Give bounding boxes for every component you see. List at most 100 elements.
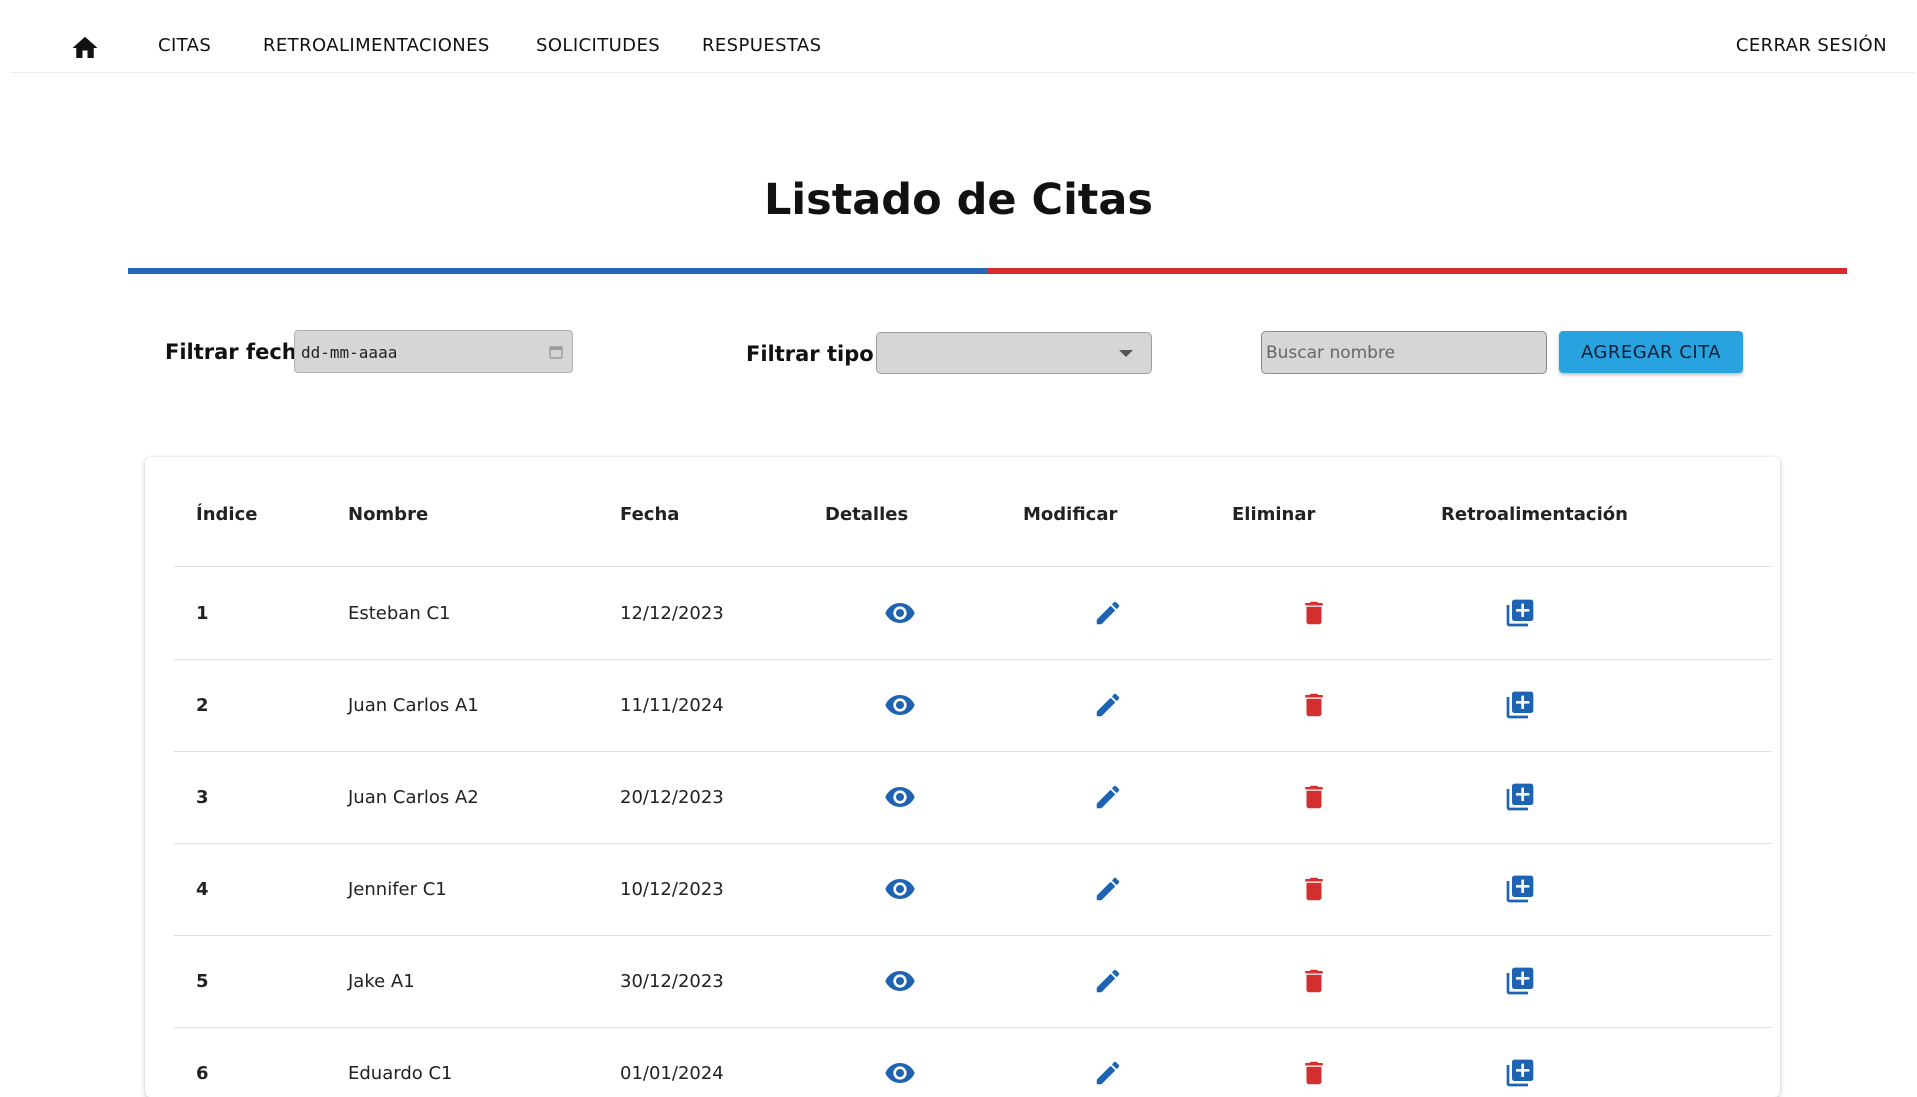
row-index: 3 bbox=[196, 786, 209, 808]
type-filter-label: Filtrar tipo: bbox=[746, 342, 883, 366]
date-filter-placeholder: dd-mm-aaaa bbox=[301, 343, 398, 362]
chevron-down-icon bbox=[1119, 350, 1133, 357]
edit-button[interactable] bbox=[1092, 965, 1124, 997]
row-index: 2 bbox=[196, 694, 209, 716]
row-date: 12/12/2023 bbox=[620, 602, 724, 624]
edit-button[interactable] bbox=[1092, 689, 1124, 721]
header-delete: Eliminar bbox=[1232, 504, 1316, 525]
pencil-icon bbox=[1096, 601, 1120, 625]
page-title: Listado de Citas bbox=[764, 175, 1153, 225]
eye-icon bbox=[885, 787, 915, 807]
trash-icon bbox=[1305, 693, 1323, 717]
library-add-icon bbox=[1506, 1059, 1534, 1087]
row-name: Eduardo C1 bbox=[348, 1062, 453, 1084]
table-header-row: Índice Nombre Fecha Detalles Modificar E… bbox=[174, 457, 1772, 567]
header-date: Fecha bbox=[620, 504, 680, 525]
edit-button[interactable] bbox=[1092, 597, 1124, 629]
nav-solicitudes[interactable]: SOLICITUDES bbox=[536, 34, 660, 58]
library-add-icon bbox=[1506, 691, 1534, 719]
row-index: 4 bbox=[196, 878, 209, 900]
pencil-icon bbox=[1096, 785, 1120, 809]
header-modify: Modificar bbox=[1023, 504, 1118, 525]
eye-icon bbox=[885, 971, 915, 991]
library-add-icon bbox=[1506, 783, 1534, 811]
nav-citas[interactable]: CITAS bbox=[158, 34, 211, 58]
view-details-button[interactable] bbox=[884, 597, 916, 629]
row-name: Juan Carlos A2 bbox=[348, 786, 479, 808]
add-feedback-button[interactable] bbox=[1504, 965, 1536, 997]
table-row: 1 Esteban C1 12/12/2023 bbox=[174, 567, 1772, 660]
row-name: Juan Carlos A1 bbox=[348, 694, 479, 716]
trash-icon bbox=[1305, 969, 1323, 993]
date-filter-input[interactable]: dd-mm-aaaa bbox=[294, 330, 573, 373]
header-feedback: Retroalimentación bbox=[1441, 504, 1628, 525]
table-row: 6 Eduardo C1 01/01/2024 bbox=[174, 1027, 1772, 1097]
delete-button[interactable] bbox=[1298, 965, 1330, 997]
row-date: 01/01/2024 bbox=[620, 1062, 724, 1084]
nav-respuestas[interactable]: RESPUESTAS bbox=[702, 34, 821, 58]
edit-button[interactable] bbox=[1092, 1057, 1124, 1089]
eye-icon bbox=[885, 603, 915, 623]
table-row: 2 Juan Carlos A1 11/11/2024 bbox=[174, 659, 1772, 752]
header-name: Nombre bbox=[348, 504, 429, 525]
search-name-input[interactable] bbox=[1261, 331, 1547, 374]
eye-icon bbox=[885, 695, 915, 715]
trash-icon bbox=[1305, 1061, 1323, 1085]
library-add-icon bbox=[1506, 875, 1534, 903]
add-appointment-button[interactable]: AGREGAR CITA bbox=[1559, 331, 1743, 373]
row-name: Esteban C1 bbox=[348, 602, 451, 624]
row-date: 30/12/2023 bbox=[620, 970, 724, 992]
top-navbar: CITAS RETROALIMENTACIONES SOLICITUDES RE… bbox=[10, 0, 1915, 73]
pencil-icon bbox=[1096, 877, 1120, 901]
eye-icon bbox=[885, 1063, 915, 1083]
row-index: 6 bbox=[196, 1062, 209, 1084]
delete-button[interactable] bbox=[1298, 781, 1330, 813]
delete-button[interactable] bbox=[1298, 597, 1330, 629]
trash-icon bbox=[1305, 601, 1323, 625]
title-divider-red bbox=[987, 268, 1847, 274]
trash-icon bbox=[1305, 785, 1323, 809]
library-add-icon bbox=[1506, 599, 1534, 627]
view-details-button[interactable] bbox=[884, 965, 916, 997]
type-filter-select[interactable] bbox=[876, 332, 1152, 374]
row-date: 10/12/2023 bbox=[620, 878, 724, 900]
view-details-button[interactable] bbox=[884, 1057, 916, 1089]
add-feedback-button[interactable] bbox=[1504, 781, 1536, 813]
row-index: 5 bbox=[196, 970, 209, 992]
add-feedback-button[interactable] bbox=[1504, 689, 1536, 721]
table-row: 3 Juan Carlos A2 20/12/2023 bbox=[174, 751, 1772, 844]
row-date: 11/11/2024 bbox=[620, 694, 724, 716]
eye-icon bbox=[885, 879, 915, 899]
add-feedback-button[interactable] bbox=[1504, 597, 1536, 629]
pencil-icon bbox=[1096, 1061, 1120, 1085]
row-index: 1 bbox=[196, 602, 209, 624]
delete-button[interactable] bbox=[1298, 1057, 1330, 1089]
delete-button[interactable] bbox=[1298, 689, 1330, 721]
table-row: 4 Jennifer C1 10/12/2023 bbox=[174, 843, 1772, 936]
appointments-table: Índice Nombre Fecha Detalles Modificar E… bbox=[145, 457, 1780, 1097]
table-row: 5 Jake A1 30/12/2023 bbox=[174, 935, 1772, 1028]
home-icon bbox=[72, 36, 98, 58]
calendar-icon[interactable] bbox=[548, 344, 564, 360]
row-date: 20/12/2023 bbox=[620, 786, 724, 808]
view-details-button[interactable] bbox=[884, 689, 916, 721]
nav-retroalimentaciones[interactable]: RETROALIMENTACIONES bbox=[263, 34, 490, 58]
delete-button[interactable] bbox=[1298, 873, 1330, 905]
title-divider-blue bbox=[128, 268, 987, 274]
row-name: Jake A1 bbox=[348, 970, 415, 992]
pencil-icon bbox=[1096, 969, 1120, 993]
view-details-button[interactable] bbox=[884, 873, 916, 905]
trash-icon bbox=[1305, 877, 1323, 901]
add-feedback-button[interactable] bbox=[1504, 1057, 1536, 1089]
view-details-button[interactable] bbox=[884, 781, 916, 813]
header-index: Índice bbox=[196, 504, 258, 525]
pencil-icon bbox=[1096, 693, 1120, 717]
row-name: Jennifer C1 bbox=[348, 878, 447, 900]
edit-button[interactable] bbox=[1092, 781, 1124, 813]
add-feedback-button[interactable] bbox=[1504, 873, 1536, 905]
edit-button[interactable] bbox=[1092, 873, 1124, 905]
library-add-icon bbox=[1506, 967, 1534, 995]
logout-button[interactable]: CERRAR SESIÓN bbox=[1736, 34, 1887, 58]
home-button[interactable] bbox=[70, 33, 100, 63]
header-details: Detalles bbox=[825, 504, 909, 525]
